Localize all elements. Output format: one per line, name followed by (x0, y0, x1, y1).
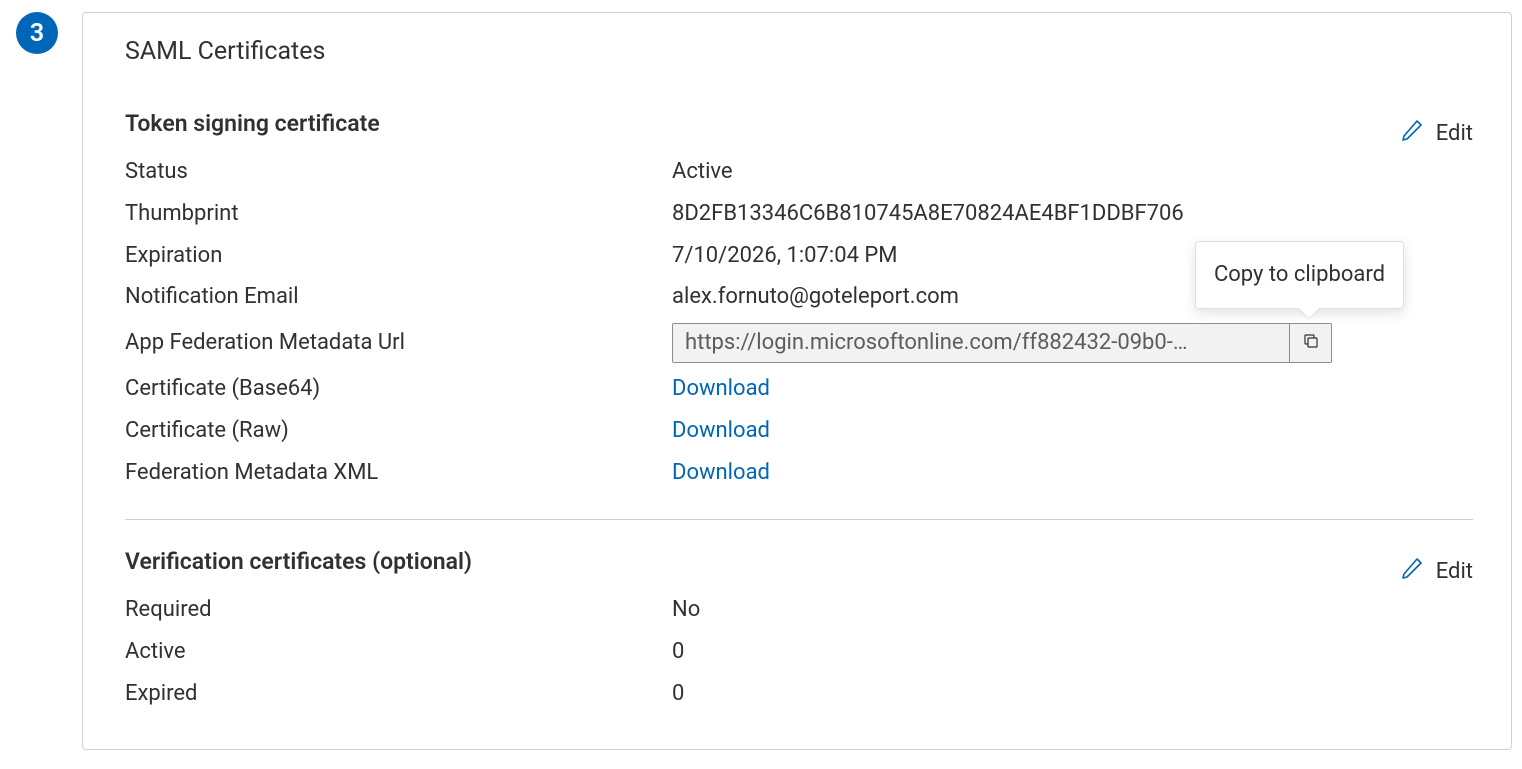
cert-raw-label: Certificate (Raw) (125, 410, 672, 452)
fed-xml-label: Federation Metadata XML (125, 452, 672, 494)
step-number-badge: 3 (16, 12, 58, 54)
metadata-url-label: App Federation Metadata Url (125, 322, 672, 364)
thumbprint-label: Thumbprint (125, 193, 672, 235)
pencil-icon (1400, 556, 1424, 586)
download-fed-xml-link[interactable]: Download (672, 452, 770, 494)
required-label: Required (125, 589, 672, 631)
notification-email-value: alex.fornuto@goteleport.com (672, 276, 959, 318)
saml-certificates-card: SAML Certificates Token signing certific… (82, 12, 1512, 750)
thumbprint-value: 8D2FB13346C6B810745A8E70824AE4BF1DDBF706 (672, 193, 1184, 235)
pencil-icon (1400, 118, 1424, 148)
status-label: Status (125, 151, 672, 193)
edit-token-signing-button[interactable]: Edit (1400, 118, 1473, 148)
metadata-url-field[interactable]: https://login.microsoftonline.com/ff8824… (672, 323, 1332, 363)
status-value: Active (672, 151, 733, 193)
metadata-url-value: https://login.microsoftonline.com/ff8824… (673, 323, 1289, 363)
cert-b64-label: Certificate (Base64) (125, 368, 672, 410)
download-cert-raw-link[interactable]: Download (672, 410, 770, 452)
active-label: Active (125, 631, 672, 673)
expired-label: Expired (125, 673, 672, 715)
token-signing-heading: Token signing certificate (125, 110, 380, 137)
expired-value: 0 (672, 673, 684, 715)
download-cert-b64-link[interactable]: Download (672, 368, 770, 410)
copy-tooltip: Copy to clipboard (1195, 241, 1404, 309)
expiration-label: Expiration (125, 235, 672, 277)
verification-heading: Verification certificates (optional) (125, 548, 472, 575)
edit-label: Edit (1436, 121, 1473, 146)
edit-label: Edit (1436, 559, 1473, 584)
card-title: SAML Certificates (125, 37, 1473, 66)
section-divider (125, 519, 1473, 520)
copy-icon (1302, 324, 1320, 362)
expiration-value: 7/10/2026, 1:07:04 PM (672, 235, 898, 277)
copy-metadata-url-button[interactable] (1289, 324, 1331, 362)
edit-verification-button[interactable]: Edit (1400, 556, 1473, 586)
active-value: 0 (672, 631, 684, 673)
notification-email-label: Notification Email (125, 276, 672, 318)
required-value: No (672, 589, 700, 631)
